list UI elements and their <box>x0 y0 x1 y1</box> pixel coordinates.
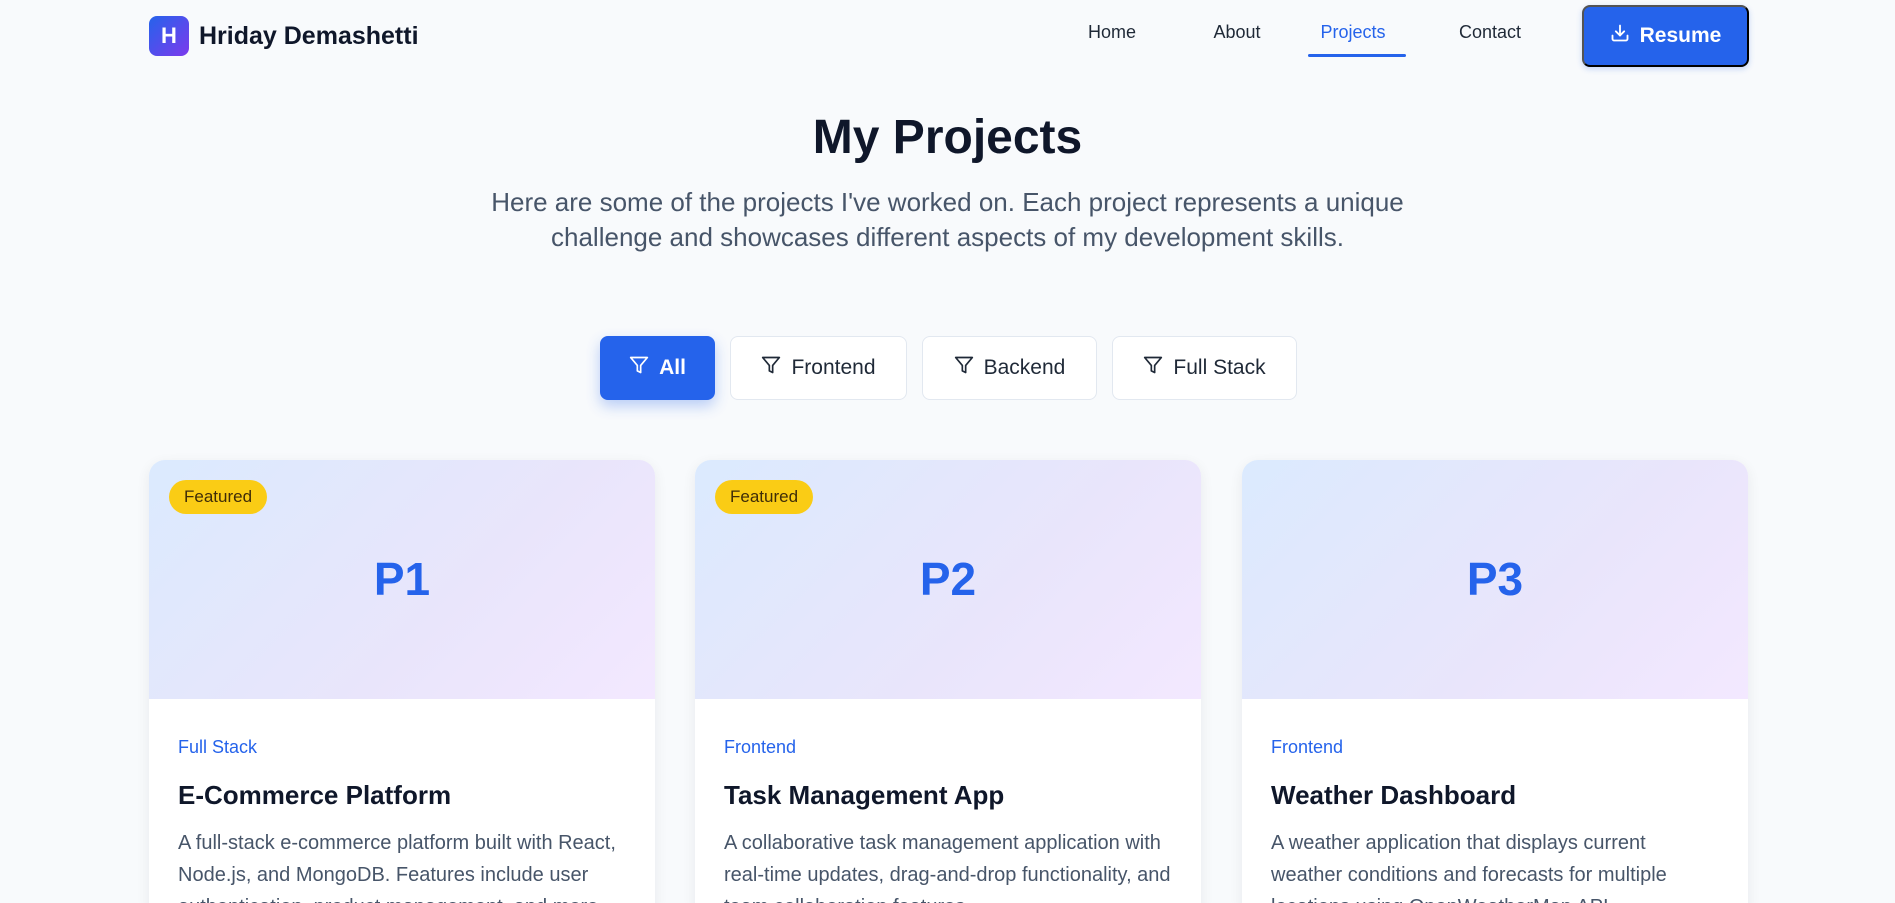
nav-link-home[interactable]: Home <box>1082 22 1142 43</box>
project-title: Weather Dashboard <box>1271 780 1517 810</box>
project-card-banner: Featured P1 <box>149 460 655 699</box>
project-card[interactable]: Featured P2 Frontend Task Management App… <box>695 460 1201 903</box>
nav-link-about[interactable]: About <box>1201 22 1273 43</box>
project-filters: All Frontend Backend Full Stack <box>0 336 1895 400</box>
filter-fullstack-button[interactable]: Full Stack <box>1112 336 1297 400</box>
project-category: Frontend <box>1271 737 1344 757</box>
project-description: A full-stack e-commerce platform built w… <box>178 832 616 903</box>
download-icon <box>1610 23 1630 49</box>
project-card-banner: P3 <box>1242 460 1748 699</box>
featured-badge: Featured <box>169 480 268 514</box>
nav-link-projects[interactable]: Projects <box>1308 22 1398 43</box>
filter-icon <box>761 355 781 381</box>
filter-frontend-label: Frontend <box>791 356 876 379</box>
filter-icon <box>1143 355 1163 381</box>
filter-backend-label: Backend <box>983 356 1066 379</box>
project-code: P1 <box>373 553 431 605</box>
project-title: E-Commerce Platform <box>178 780 452 810</box>
project-title: Task Management App <box>724 780 1005 810</box>
project-card[interactable]: P3 Frontend Weather Dashboard A weather … <box>1242 460 1748 903</box>
resume-button-label: Resume <box>1639 24 1722 47</box>
filter-icon <box>954 355 974 381</box>
page-title: My Projects <box>812 111 1083 164</box>
nav-link-contact[interactable]: Contact <box>1448 22 1532 43</box>
top-navigation: H Hriday Demashetti Home About Projects … <box>0 0 1895 72</box>
filter-icon <box>629 355 649 381</box>
filter-frontend-button[interactable]: Frontend <box>730 336 907 400</box>
filter-fullstack-label: Full Stack <box>1173 356 1266 379</box>
featured-badge: Featured <box>715 480 814 514</box>
project-code: P3 <box>1466 553 1524 605</box>
filter-backend-button[interactable]: Backend <box>922 336 1097 400</box>
project-description: A collaborative task management applicat… <box>724 832 1171 903</box>
brand-logo: H <box>149 16 189 56</box>
project-card-banner: Featured P2 <box>695 460 1201 699</box>
project-description: A weather application that displays curr… <box>1271 832 1667 903</box>
project-category: Frontend <box>724 737 797 757</box>
brand-name: Hriday Demashetti <box>199 21 419 50</box>
project-code: P2 <box>919 553 977 605</box>
filter-all-label: All <box>659 356 686 379</box>
nav-active-underline <box>1308 54 1406 57</box>
resume-button[interactable]: Resume <box>1582 5 1749 67</box>
brand[interactable]: H Hriday Demashetti <box>149 16 419 56</box>
project-category: Full Stack <box>178 737 258 757</box>
filter-all-button[interactable]: All <box>600 336 715 400</box>
project-card[interactable]: Featured P1 Full Stack E-Commerce Platfo… <box>149 460 655 903</box>
page-subtitle: Here are some of the projects I've worke… <box>491 187 1404 252</box>
